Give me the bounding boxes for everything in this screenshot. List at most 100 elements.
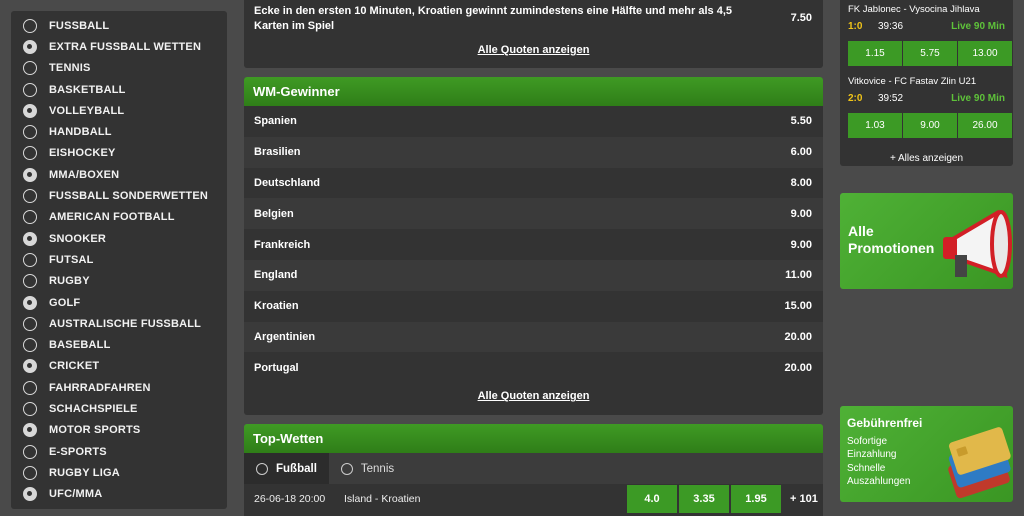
sidebar-item-label: AUSTRALISCHE FUSSBALL [49,317,202,330]
sidebar-item-ufc-mma[interactable]: UFC/MMA [11,484,227,505]
match-name[interactable]: Island - Kroatien [344,493,627,505]
top-bets-tabs: Fußball Tennis [244,453,823,484]
wm-winner-row[interactable]: Kroatien 15.00 [244,291,823,322]
sidebar-item-label: RUGBY [49,275,90,288]
team-odd[interactable]: 5.50 [791,115,812,127]
wm-winner-row[interactable]: Frankreich 9.00 [244,229,823,260]
sidebar-item-label: MOTOR SPORTS [49,424,141,437]
promotions-banner[interactable]: Alle Promotionen [840,193,1013,289]
snooker-ball-icon [23,231,37,246]
special-bet-row[interactable]: Ecke in den ersten 10 Minuten, Kroatien … [244,0,823,38]
sidebar-item-fussball[interactable]: FUSSBALL [11,15,227,36]
sidebar-item-golf[interactable]: GOLF [11,292,227,313]
odd-home-button[interactable]: 4.0 [627,485,677,513]
live-show-all-link[interactable]: + Alles anzeigen [840,151,1013,167]
cyclist-icon [23,380,37,395]
live-odd-button[interactable]: 9.00 [903,113,957,138]
team-odd[interactable]: 8.00 [791,177,812,189]
sidebar-item-mma-boxen[interactable]: MMA/BOXEN [11,164,227,185]
live-odd-button[interactable]: 26.00 [958,113,1012,138]
wm-winner-row[interactable]: Portugal 20.00 [244,352,823,383]
live-status: Live 90 Min [951,20,1005,32]
live-odd-button[interactable]: 1.15 [848,41,902,66]
tab-fussball[interactable]: Fußball [244,453,329,484]
sidebar-item-label: RUGBY LIGA [49,466,120,479]
odd-away-button[interactable]: 1.95 [731,485,781,513]
sidebar-item-label: BASEBALL [49,339,111,352]
fee-free-banner[interactable]: Gebührenfrei Sofortige Einzahlung Schnel… [840,406,1013,502]
wm-winner-row[interactable]: Argentinien 20.00 [244,321,823,353]
team-name: Portugal [254,361,299,374]
team-odd[interactable]: 20.00 [784,362,812,374]
sidebar-item-schachspiele[interactable]: SCHACHSPIELE [11,398,227,419]
wm-winner-row[interactable]: Spanien 5.50 [244,106,823,137]
team-odd[interactable]: 20.00 [784,331,812,343]
team-odd[interactable]: 9.00 [791,239,812,251]
promo-line: Sofortige [847,436,888,447]
team-odd[interactable]: 11.00 [785,269,812,281]
live-match-title[interactable]: FK Jablonec - Vysocina Jihlava [848,4,1005,18]
wm-winner-row[interactable]: Brasilien 6.00 [244,136,823,168]
sidebar-item-baseball[interactable]: BASEBALL [11,334,227,355]
team-odd[interactable]: 6.00 [791,146,812,158]
fist-icon [23,487,37,502]
live-score: 1:0 [848,20,863,32]
sidebar-item-eishockey[interactable]: EISHOCKEY [11,143,227,164]
sidebar-item-motor-sports[interactable]: MOTOR SPORTS [11,420,227,441]
boxing-glove-icon [23,167,37,182]
baseball-icon [23,338,37,353]
live-odd-button[interactable]: 13.00 [958,41,1012,66]
sidebar-item-label: SNOOKER [49,232,107,245]
special-bet-odd[interactable]: 7.50 [791,4,812,38]
sidebar-item-volleyball[interactable]: VOLLEYBALL [11,100,227,121]
team-odd[interactable]: 9.00 [791,208,812,220]
sidebar-item-cricket[interactable]: CRICKET [11,356,227,377]
sidebar-item-snooker[interactable]: SNOOKER [11,228,227,249]
live-odd-button[interactable]: 5.75 [903,41,957,66]
wm-winner-row[interactable]: England 11.00 [244,259,823,291]
volleyball-icon [23,103,37,118]
sidebar-item-e-sports[interactable]: E-SPORTS [11,441,227,462]
wm-winner-panel: WM-Gewinner Spanien 5.50 Brasilien 6.00 Deut… [244,77,823,415]
sidebar-item-futsal[interactable]: FUTSAL [11,249,227,270]
live-match-title[interactable]: Vitkovice - FC Fastav Zlin U21 [848,76,1005,90]
megaphone-icon [943,209,1012,278]
promo-line: Promotionen [848,240,935,256]
sidebar-item-label: UFC/MMA [49,488,103,501]
sports-sidebar: FUSSBALL EXTRA FUSSBALL WETTEN TENNIS BASKE… [11,11,227,509]
top-bets-title: Top-Wetten [244,424,823,453]
match-date: 26-06-18 20:00 [254,493,326,505]
wm-winner-row[interactable]: Belgien 9.00 [244,198,823,230]
sidebar-item-tennis[interactable]: TENNIS [11,58,227,79]
sidebar-item-fahrradfahren[interactable]: FAHRRADFAHREN [11,377,227,398]
handball-icon [23,125,37,140]
more-markets-link[interactable]: + 101 [783,493,818,505]
gamepad-icon [23,444,37,459]
sidebar-item-extra-fussball-wetten[interactable]: EXTRA FUSSBALL WETTEN [11,36,227,57]
special-show-all-link[interactable]: Alle Quoten anzeigen [244,38,823,64]
sidebar-item-label: BASKETBALL [49,83,126,96]
live-time: 39:36 [878,20,904,32]
sidebar-item-label: HANDBALL [49,126,112,139]
team-name: Spanien [254,115,297,128]
team-odd[interactable]: 15.00 [784,300,812,312]
cricket-ball-icon [23,359,37,374]
tab-tennis[interactable]: Tennis [329,453,406,484]
odd-draw-button[interactable]: 3.35 [679,485,729,513]
live-odd-button[interactable]: 1.03 [848,113,902,138]
sidebar-item-handball[interactable]: HANDBALL [11,121,227,142]
sidebar-item-fussball-sonderwetten[interactable]: FUSSBALL SONDERWETTEN [11,185,227,206]
tennis-ball-icon [23,61,37,76]
sidebar-item-basketball[interactable]: BASKETBALL [11,79,227,100]
promo-line: Einzahlung [847,449,897,461]
team-name: Frankreich [254,238,311,251]
wm-show-all-link[interactable]: Alle Quoten anzeigen [244,383,823,411]
tennis-ball-icon [340,462,353,475]
sidebar-item-american-football[interactable]: AMERICAN FOOTBALL [11,207,227,228]
wm-winner-row[interactable]: Deutschland 8.00 [244,168,823,199]
basketball-icon [23,82,37,97]
sidebar-item-rugby[interactable]: RUGBY [11,271,227,292]
live-score: 2:0 [848,92,863,104]
sidebar-item-rugby-liga[interactable]: RUGBY LIGA [11,462,227,483]
sidebar-item-australische-fussball[interactable]: AUSTRALISCHE FUSSBALL [11,313,227,334]
